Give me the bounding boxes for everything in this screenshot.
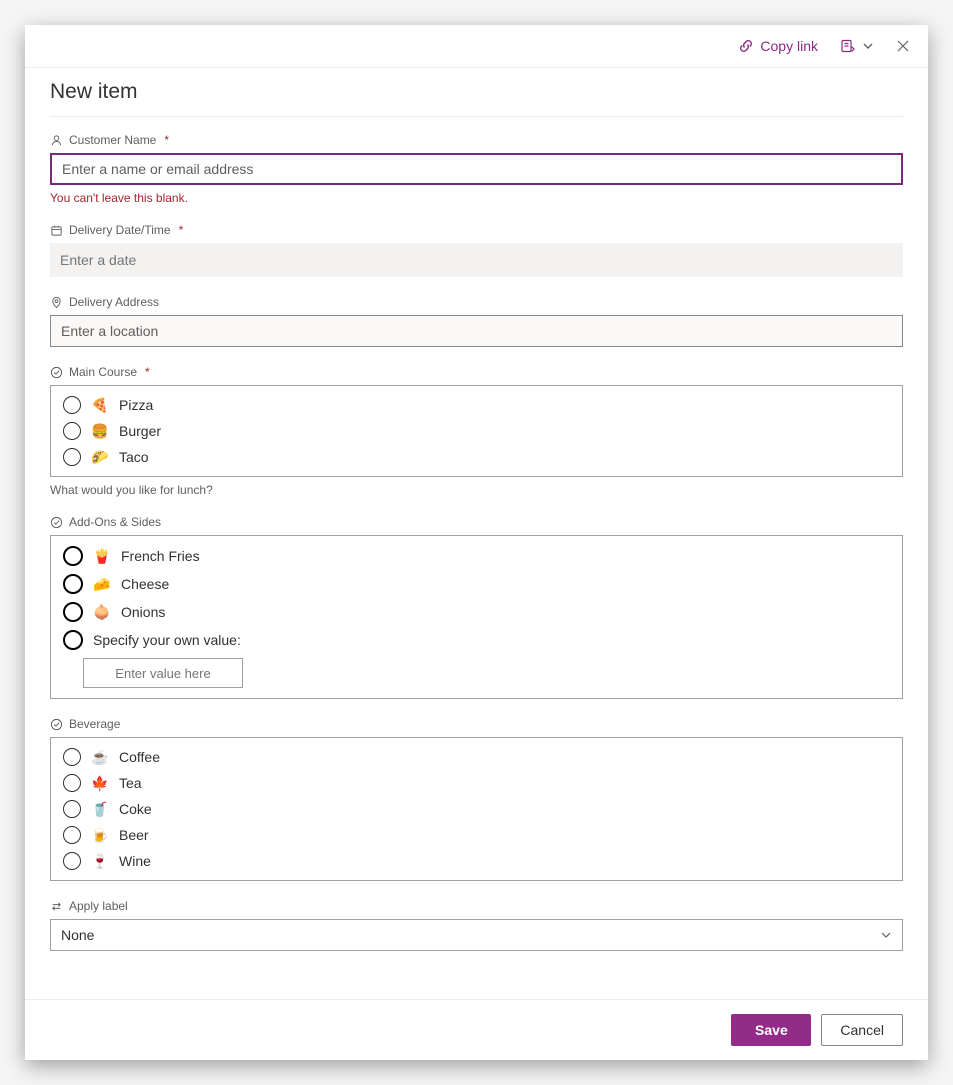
option-emoji: 🧅 (93, 604, 111, 621)
field-delivery-date: Delivery Date/Time * (50, 223, 903, 277)
choice-icon (50, 718, 63, 731)
main-course-option[interactable]: 🌮 Taco (55, 444, 898, 470)
chevron-down-icon (880, 929, 892, 941)
main-course-label: Main Course (69, 365, 137, 379)
beverage-options: ☕ Coffee 🍁 Tea 🥤 Coke 🍺 Beer (50, 737, 903, 881)
field-beverage: Beverage ☕ Coffee 🍁 Tea 🥤 Coke (50, 717, 903, 881)
customer-name-input[interactable] (50, 153, 903, 185)
required-marker: * (179, 223, 184, 237)
main-course-option[interactable]: 🍔 Burger (55, 418, 898, 444)
addons-label: Add-Ons & Sides (69, 515, 161, 529)
option-emoji: ☕ (91, 749, 109, 766)
main-course-option[interactable]: 🍕 Pizza (55, 392, 898, 418)
option-text: Coffee (119, 749, 160, 765)
close-icon (896, 39, 910, 53)
delivery-date-label: Delivery Date/Time (69, 223, 171, 237)
option-text: French Fries (121, 548, 200, 564)
delivery-address-label: Delivery Address (69, 295, 159, 309)
option-text: Cheese (121, 576, 169, 592)
addons-option[interactable]: 🍟 French Fries (55, 542, 898, 570)
radio-icon (63, 546, 83, 566)
new-item-panel: Copy link New item (25, 25, 928, 1060)
addons-options: 🍟 French Fries 🧀 Cheese 🧅 Onions Specify… (50, 535, 903, 699)
option-emoji: 🍕 (91, 397, 109, 414)
option-text: Taco (119, 449, 149, 465)
panel-footer: Save Cancel (25, 999, 928, 1060)
addons-specify-option[interactable]: Specify your own value: (55, 626, 898, 654)
link-icon (738, 38, 754, 54)
calendar-icon (50, 224, 63, 237)
radio-icon (63, 574, 83, 594)
radio-icon (63, 602, 83, 622)
delivery-address-input[interactable] (50, 315, 903, 347)
beverage-option[interactable]: 🍷 Wine (55, 848, 898, 874)
option-emoji: 🍔 (91, 423, 109, 440)
cancel-button[interactable]: Cancel (821, 1014, 903, 1046)
beverage-option[interactable]: 🥤 Coke (55, 796, 898, 822)
apply-label-dropdown[interactable]: None (50, 919, 903, 951)
form-body: New item Customer Name * You can't leave… (25, 67, 928, 999)
radio-icon (63, 852, 81, 870)
field-addons: Add-Ons & Sides 🍟 French Fries 🧀 Cheese … (50, 515, 903, 699)
page-title: New item (50, 80, 903, 117)
swap-icon (50, 900, 63, 913)
radio-icon (63, 448, 81, 466)
delivery-date-input[interactable] (50, 243, 903, 277)
chevron-down-icon (862, 40, 874, 52)
option-emoji: 🍷 (91, 853, 109, 870)
option-emoji: 🧀 (93, 576, 111, 593)
option-text: Onions (121, 604, 165, 620)
option-text: Burger (119, 423, 161, 439)
apply-label-value: None (61, 927, 94, 943)
person-icon (50, 134, 63, 147)
field-customer-name: Customer Name * You can't leave this bla… (50, 133, 903, 205)
option-text: Wine (119, 853, 151, 869)
option-emoji: 🥤 (91, 801, 109, 818)
location-icon (50, 296, 63, 309)
option-text: Tea (119, 775, 142, 791)
specify-own-value-input[interactable] (83, 658, 243, 688)
edit-form-button[interactable] (840, 38, 874, 54)
option-emoji: 🌮 (91, 449, 109, 466)
radio-icon (63, 630, 83, 650)
radio-icon (63, 422, 81, 440)
radio-icon (63, 396, 81, 414)
copy-link-label: Copy link (760, 38, 818, 54)
radio-icon (63, 800, 81, 818)
main-course-options: 🍕 Pizza 🍔 Burger 🌮 Taco (50, 385, 903, 477)
addons-option[interactable]: 🧀 Cheese (55, 570, 898, 598)
field-delivery-address: Delivery Address (50, 295, 903, 347)
save-button[interactable]: Save (731, 1014, 811, 1046)
radio-icon (63, 748, 81, 766)
radio-icon (63, 774, 81, 792)
field-main-course: Main Course * 🍕 Pizza 🍔 Burger 🌮 Taco (50, 365, 903, 497)
choice-icon (50, 366, 63, 379)
required-marker: * (145, 365, 150, 379)
addons-option[interactable]: 🧅 Onions (55, 598, 898, 626)
form-icon (840, 38, 856, 54)
apply-label-text: Apply label (69, 899, 128, 913)
option-text: Pizza (119, 397, 153, 413)
beverage-label: Beverage (69, 717, 120, 731)
radio-icon (63, 826, 81, 844)
beverage-option[interactable]: 🍺 Beer (55, 822, 898, 848)
specify-own-value-label: Specify your own value: (93, 632, 241, 648)
panel-header: Copy link (25, 25, 928, 67)
option-text: Beer (119, 827, 149, 843)
customer-name-label: Customer Name (69, 133, 156, 147)
required-marker: * (164, 133, 169, 147)
copy-link-button[interactable]: Copy link (738, 38, 818, 54)
option-text: Coke (119, 801, 152, 817)
beverage-option[interactable]: 🍁 Tea (55, 770, 898, 796)
option-emoji: 🍟 (93, 548, 111, 565)
option-emoji: 🍺 (91, 827, 109, 844)
main-course-description: What would you like for lunch? (50, 483, 903, 497)
option-emoji: 🍁 (91, 775, 109, 792)
beverage-option[interactable]: ☕ Coffee (55, 744, 898, 770)
close-button[interactable] (896, 39, 910, 53)
field-apply-label: Apply label None (50, 899, 903, 951)
choice-icon (50, 516, 63, 529)
customer-name-error: You can't leave this blank. (50, 191, 903, 205)
